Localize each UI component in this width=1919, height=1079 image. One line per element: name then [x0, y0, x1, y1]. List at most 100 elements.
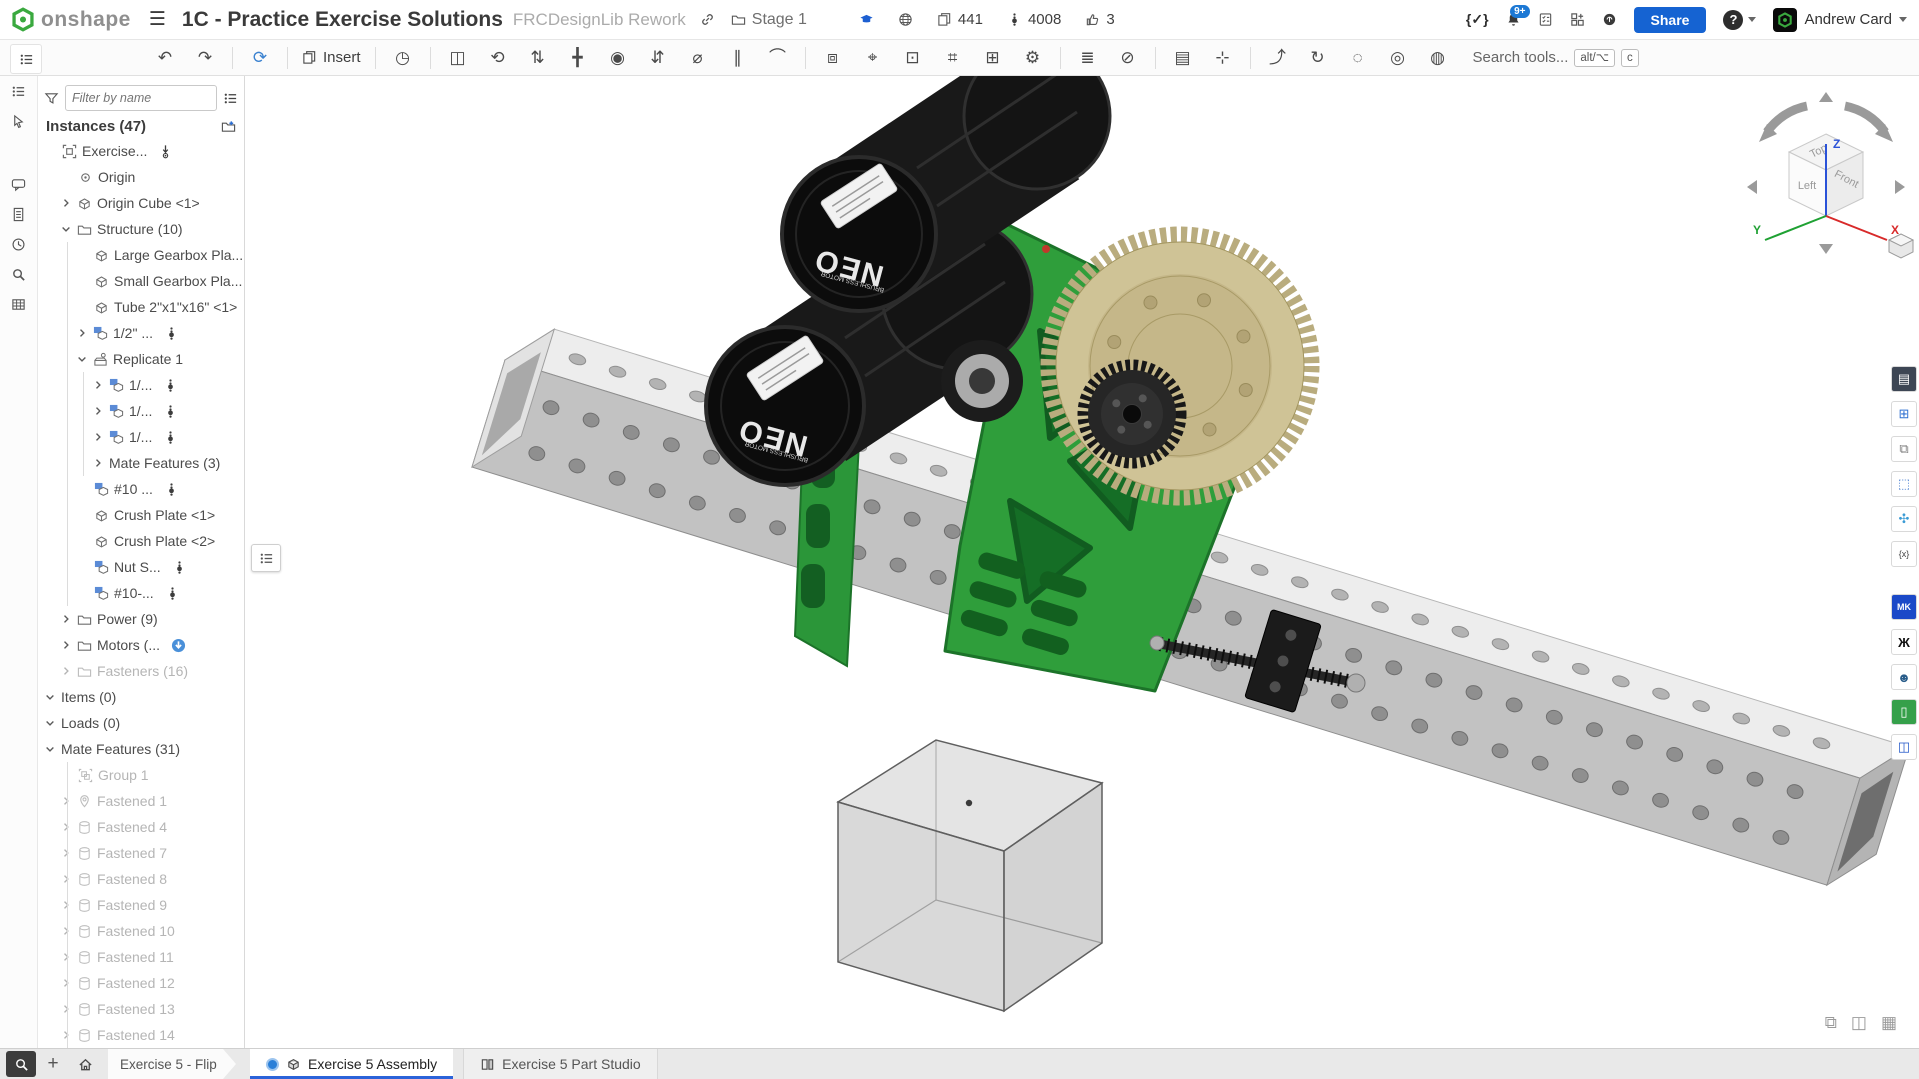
tree-item[interactable]: 1/2" ... — [38, 320, 244, 346]
chevron-right-icon[interactable] — [60, 1029, 72, 1041]
insert-button[interactable]: Insert — [302, 49, 361, 66]
tree-item[interactable]: Items (0) — [38, 684, 244, 710]
selection-set-icon[interactable]: ⬚ — [1891, 471, 1917, 497]
chevron-right-icon[interactable] — [60, 1003, 72, 1015]
tree-item[interactable]: Fastened 8 — [38, 866, 244, 892]
chevron-right-icon[interactable] — [60, 665, 72, 677]
rotate-down-arrow[interactable] — [1819, 244, 1833, 254]
pinwheel-app-icon[interactable]: ✣ — [1891, 506, 1917, 532]
instance-list-flyout-button[interactable] — [251, 544, 281, 572]
document-tab[interactable]: Exercise 5 - Flip — [108, 1049, 236, 1079]
bearing[interactable] — [941, 340, 1023, 422]
origin-point[interactable] — [966, 800, 972, 806]
tree-item[interactable]: Fastened 12 — [38, 970, 244, 996]
chevron-right-icon[interactable] — [60, 925, 72, 937]
suppress-icon[interactable]: ⊘ — [1115, 49, 1141, 66]
green-book-app-icon[interactable]: ▯ — [1891, 699, 1917, 725]
fastened-mate-icon[interactable]: ◫ — [445, 49, 471, 66]
mate-connector-dots-icon[interactable] — [163, 378, 178, 393]
tree-item[interactable]: Motors (... — [38, 632, 244, 658]
appearance-icon[interactable]: ◎ — [1385, 49, 1411, 66]
rotate-left-step-arrow[interactable] — [1747, 180, 1757, 194]
snap-mode-icon[interactable]: ⌗ — [940, 49, 966, 66]
tree-item[interactable]: Fastened 4 — [38, 814, 244, 840]
filter-input[interactable] — [65, 85, 217, 111]
likes-stat[interactable]: 3 — [1085, 11, 1114, 28]
replicate-icon[interactable]: ⊡ — [900, 49, 926, 66]
tree-item[interactable]: Crush Plate <2> — [38, 528, 244, 554]
mkcad-app-icon[interactable]: MK — [1891, 594, 1917, 620]
chevron-right-icon[interactable] — [60, 613, 72, 625]
bom-icon[interactable]: ▤ — [1170, 49, 1196, 66]
mate-connector-dots-icon[interactable] — [165, 586, 180, 601]
chevron-right-icon[interactable] — [60, 197, 72, 209]
display-states-icon[interactable]: ◍ — [1425, 49, 1451, 66]
search-tools-button[interactable]: Search tools... alt/⌥ c — [1473, 49, 1639, 67]
animate-icon[interactable]: ◌ — [1345, 49, 1371, 66]
links-stat[interactable]: 4008 — [1007, 11, 1061, 28]
mate-connector-icon[interactable]: ⌖ — [860, 49, 886, 66]
tree-item[interactable]: Fastened 7 — [38, 840, 244, 866]
outline-panel-icon[interactable] — [11, 84, 26, 99]
mate-connector-dots-icon[interactable] — [172, 560, 187, 575]
tree-item[interactable]: Mate Features (31) — [38, 736, 244, 762]
tree-item[interactable]: #10-... — [38, 580, 244, 606]
3d-viewport[interactable]: NEO BRUSHLESS MOTOR NEO BRUSHLESS MOTOR — [245, 76, 1919, 1049]
apps-icon[interactable] — [1570, 12, 1585, 27]
tree-item[interactable]: Mate Features (3) — [38, 450, 244, 476]
pattern-icon[interactable]: ⊞ — [980, 49, 1006, 66]
measure-icon[interactable]: ⊹ — [1210, 49, 1236, 66]
download-icon[interactable] — [171, 638, 186, 653]
document-tab[interactable]: Exercise 5 Assembly — [250, 1049, 453, 1079]
tree-item[interactable]: Fastened 1 — [38, 788, 244, 814]
tree-item[interactable]: Structure (10) — [38, 216, 244, 242]
mate-connector-dots-icon[interactable] — [164, 326, 179, 341]
rack-relation-icon[interactable]: ≣ — [1075, 49, 1101, 66]
planar-mate-icon[interactable]: ╋ — [565, 49, 591, 66]
explode-view-icon[interactable]: ⤴ — [1265, 49, 1291, 66]
grid-icon[interactable]: ▦ — [1881, 1013, 1897, 1033]
tree-item[interactable]: Nut S... — [38, 554, 244, 580]
ai-assistant-icon[interactable] — [1602, 12, 1617, 27]
tasks-icon[interactable] — [1538, 12, 1553, 27]
tree-item[interactable]: 1/... — [38, 372, 244, 398]
tree-item[interactable]: #10 ... — [38, 476, 244, 502]
rotate-right-step-arrow[interactable] — [1895, 180, 1905, 194]
layers-icon[interactable]: ⧉ — [1825, 1013, 1837, 1033]
tree-item[interactable]: Loads (0) — [38, 710, 244, 736]
share-button[interactable]: Share — [1634, 7, 1707, 33]
view-mode-dropdown[interactable] — [1889, 234, 1915, 258]
chevron-right-icon[interactable] — [60, 795, 72, 807]
comments-panel-icon[interactable] — [11, 177, 26, 192]
add-folder-icon[interactable] — [221, 119, 236, 134]
tree-item[interactable]: Small Gearbox Pla... — [38, 268, 244, 294]
ground-icon[interactable] — [158, 144, 173, 159]
mate-connector-dots-icon[interactable] — [163, 404, 178, 419]
notifications-button[interactable]: 9+ — [1506, 12, 1521, 27]
cylindrical-mate-icon[interactable]: ⌀ — [685, 49, 711, 66]
chevron-right-icon[interactable] — [60, 847, 72, 859]
frame-icon[interactable]: ◫ — [1851, 1013, 1867, 1033]
tree-item[interactable]: 1/... — [38, 398, 244, 424]
list-view-icon[interactable] — [223, 91, 238, 106]
bom-panel-icon[interactable]: ⊞ — [1891, 401, 1917, 427]
undo-icon[interactable]: ↶ — [152, 49, 178, 66]
origin-cube[interactable] — [838, 740, 1102, 1011]
rotate-up-arrow[interactable] — [1819, 92, 1833, 102]
ball-mate-icon[interactable]: ◉ — [605, 49, 631, 66]
home-tab-button[interactable] — [70, 1049, 100, 1079]
tree-item[interactable]: Fastened 9 — [38, 892, 244, 918]
gear-relation-icon[interactable]: ⚙ — [1020, 49, 1046, 66]
chevron-right-icon[interactable] — [92, 379, 104, 391]
tree-item[interactable]: Power (9) — [38, 606, 244, 632]
details-panel-icon[interactable] — [11, 207, 26, 222]
mate-connector-dots-icon[interactable] — [163, 430, 178, 445]
linked-documents-icon[interactable]: ⧉ — [1891, 436, 1917, 462]
chevron-right-icon[interactable] — [60, 977, 72, 989]
chevron-right-icon[interactable] — [60, 899, 72, 911]
chevron-down-icon[interactable] — [44, 743, 56, 755]
chevron-down-icon[interactable] — [44, 717, 56, 729]
help-menu[interactable]: ? — [1723, 10, 1756, 30]
chevron-right-icon[interactable] — [60, 821, 72, 833]
hamburger-menu-icon[interactable]: ☰ — [149, 8, 166, 31]
